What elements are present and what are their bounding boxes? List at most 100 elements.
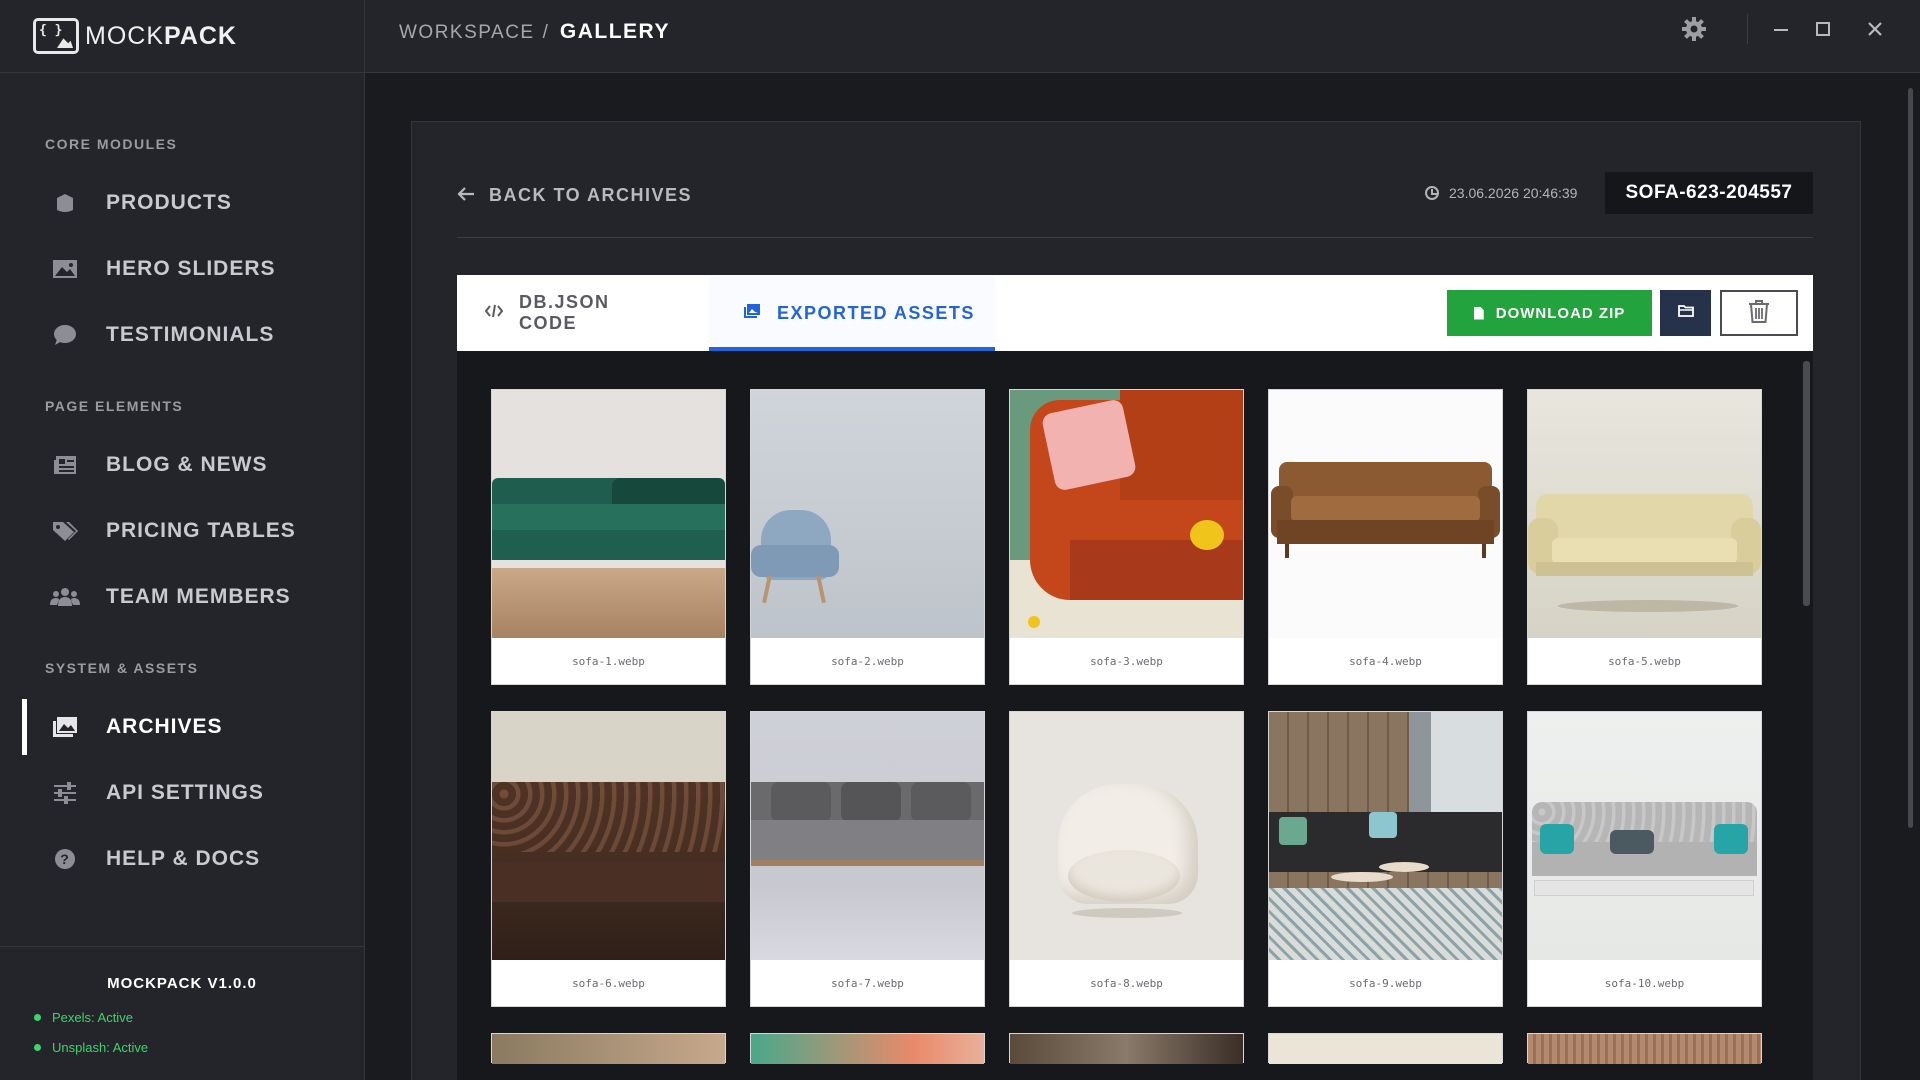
page-title: GALLERY	[559, 20, 670, 43]
asset-thumbnail	[1269, 1034, 1502, 1064]
asset-thumbnail	[1269, 712, 1502, 960]
asset-card[interactable]: sofa-4.webp	[1268, 389, 1503, 685]
file-icon	[1473, 306, 1484, 320]
logo-icon	[33, 18, 79, 54]
open-folder-button[interactable]	[1660, 290, 1711, 336]
topbar: WORKSPACE / GALLERY	[365, 0, 1920, 73]
asset-thumbnail	[1269, 390, 1502, 638]
asset-thumbnail	[1528, 390, 1761, 638]
minimize-icon[interactable]	[1764, 12, 1798, 46]
delete-archive-button[interactable]	[1720, 290, 1798, 336]
sliders-icon	[50, 781, 80, 805]
tab-exported-assets[interactable]: EXPORTED ASSETS	[709, 275, 995, 351]
asset-filename: sofa-1.webp	[572, 654, 645, 668]
tab-db-json-code[interactable]: DB.JSON CODE	[457, 275, 663, 351]
status-dot-icon	[34, 1044, 41, 1051]
asset-thumbnail	[1010, 390, 1243, 638]
maximize-icon[interactable]	[1806, 12, 1840, 46]
topbar-divider	[1747, 14, 1748, 44]
product-box-icon	[50, 191, 80, 215]
archive-id-badge: SOFA-623-204557	[1605, 172, 1813, 214]
back-label: BACK TO ARCHIVES	[489, 184, 693, 205]
archive-timestamp: 23.06.2026 20:46:39	[1425, 185, 1577, 201]
asset-card[interactable]: sofa-8.webp	[1009, 711, 1244, 1007]
asset-thumbnail	[492, 712, 725, 960]
section-page-elements: PAGE ELEMENTS	[45, 398, 184, 414]
page-scrollbar[interactable]	[1908, 88, 1913, 828]
close-icon[interactable]	[1858, 12, 1892, 46]
brand-name: MOCKPACK	[85, 21, 237, 50]
asset-card-partial[interactable]	[1268, 1033, 1503, 1064]
sidebar-item-label: BLOG & NEWS	[106, 453, 268, 476]
users-icon	[50, 585, 80, 609]
sidebar-item-testimonials[interactable]: TESTIMONIALS	[0, 307, 364, 363]
asset-card[interactable]: sofa-5.webp	[1527, 389, 1762, 685]
back-to-archives-link[interactable]: BACK TO ARCHIVES	[457, 182, 692, 208]
sidebar-item-label: HELP & DOCS	[106, 847, 261, 870]
asset-filename: sofa-8.webp	[1090, 976, 1163, 990]
sidebar-item-label: TEAM MEMBERS	[106, 585, 291, 608]
brand[interactable]: MOCKPACK	[0, 0, 364, 73]
status-dot-icon	[34, 1014, 41, 1021]
sidebar-item-products[interactable]: PRODUCTS	[0, 175, 364, 231]
arrow-left-icon	[457, 182, 475, 208]
asset-card[interactable]: sofa-1.webp	[491, 389, 726, 685]
asset-card[interactable]: sofa-9.webp	[1268, 711, 1503, 1007]
sidebar-item-hero-sliders[interactable]: HERO SLIDERS	[0, 241, 364, 297]
status-label: Pexels: Active	[52, 1010, 133, 1025]
asset-gallery: sofa-1.webp sofa-2.webp sofa-3.webp sofa…	[457, 351, 1813, 1080]
status-label: Unsplash: Active	[52, 1040, 149, 1055]
asset-card[interactable]: sofa-3.webp	[1009, 389, 1244, 685]
asset-filename: sofa-7.webp	[831, 976, 904, 990]
sidebar-footer: MOCKPACK V1.0.0 Pexels: Active Unsplash:…	[0, 946, 364, 1080]
asset-card-partial[interactable]	[1009, 1033, 1244, 1064]
asset-thumbnail	[1010, 712, 1243, 960]
asset-card[interactable]: sofa-2.webp	[750, 389, 985, 685]
sidebar-item-label: HERO SLIDERS	[106, 257, 276, 280]
tab-bar: DB.JSON CODE EXPORTED ASSETS DOWNLOAD ZI…	[457, 275, 1813, 351]
breadcrumb-separator: /	[542, 22, 548, 43]
asset-thumbnail	[492, 1034, 725, 1064]
divider	[457, 237, 1813, 238]
svg-text:?: ?	[60, 851, 70, 867]
asset-card[interactable]: sofa-10.webp	[1527, 711, 1762, 1007]
sidebar: MOCKPACK CORE MODULES PRODUCTS HERO SLID…	[0, 0, 365, 1080]
section-core-modules: CORE MODULES	[45, 136, 178, 152]
sidebar-item-label: TESTIMONIALS	[106, 323, 275, 346]
sidebar-item-api-settings[interactable]: API SETTINGS	[0, 765, 364, 821]
sidebar-item-archives[interactable]: ARCHIVES	[0, 699, 364, 755]
breadcrumb: WORKSPACE / GALLERY	[399, 20, 670, 44]
sidebar-item-label: PRODUCTS	[106, 191, 232, 214]
image-icon	[743, 303, 761, 324]
asset-card-partial[interactable]	[1527, 1033, 1762, 1064]
breadcrumb-workspace[interactable]: WORKSPACE	[399, 22, 535, 44]
asset-grid: sofa-1.webp sofa-2.webp sofa-3.webp sofa…	[491, 389, 1762, 1064]
archive-detail-panel: BACK TO ARCHIVES 23.06.2026 20:46:39 SOF…	[411, 121, 1861, 1080]
app-version: MOCKPACK V1.0.0	[107, 975, 257, 992]
image-icon	[50, 257, 80, 281]
asset-card[interactable]: sofa-6.webp	[491, 711, 726, 1007]
sidebar-item-team-members[interactable]: TEAM MEMBERS	[0, 569, 364, 625]
asset-thumbnail	[492, 390, 725, 638]
asset-thumbnail	[1528, 1034, 1761, 1064]
folder-icon	[1677, 304, 1694, 322]
gallery-scrollbar[interactable]	[1803, 361, 1810, 606]
asset-card[interactable]: sofa-7.webp	[750, 711, 985, 1007]
status-unsplash: Unsplash: Active	[34, 1040, 148, 1055]
asset-filename: sofa-10.webp	[1604, 976, 1685, 990]
images-icon	[50, 715, 80, 739]
asset-thumbnail	[751, 1034, 984, 1064]
sidebar-item-pricing-tables[interactable]: PRICING TABLES	[0, 503, 364, 559]
asset-thumbnail	[1010, 1034, 1243, 1064]
asset-filename: sofa-3.webp	[1090, 654, 1163, 668]
asset-filename: sofa-2.webp	[831, 654, 904, 668]
asset-card-partial[interactable]	[750, 1033, 985, 1064]
sidebar-item-blog-news[interactable]: BLOG & NEWS	[0, 437, 364, 493]
code-icon	[484, 303, 504, 323]
tab-label: EXPORTED ASSETS	[777, 302, 975, 323]
sidebar-item-help-docs[interactable]: ? HELP & DOCS	[0, 831, 364, 887]
timestamp-value: 23.06.2026 20:46:39	[1449, 185, 1578, 201]
download-zip-button[interactable]: DOWNLOAD ZIP	[1447, 290, 1652, 336]
asset-card-partial[interactable]	[491, 1033, 726, 1064]
gear-icon[interactable]	[1679, 14, 1709, 44]
